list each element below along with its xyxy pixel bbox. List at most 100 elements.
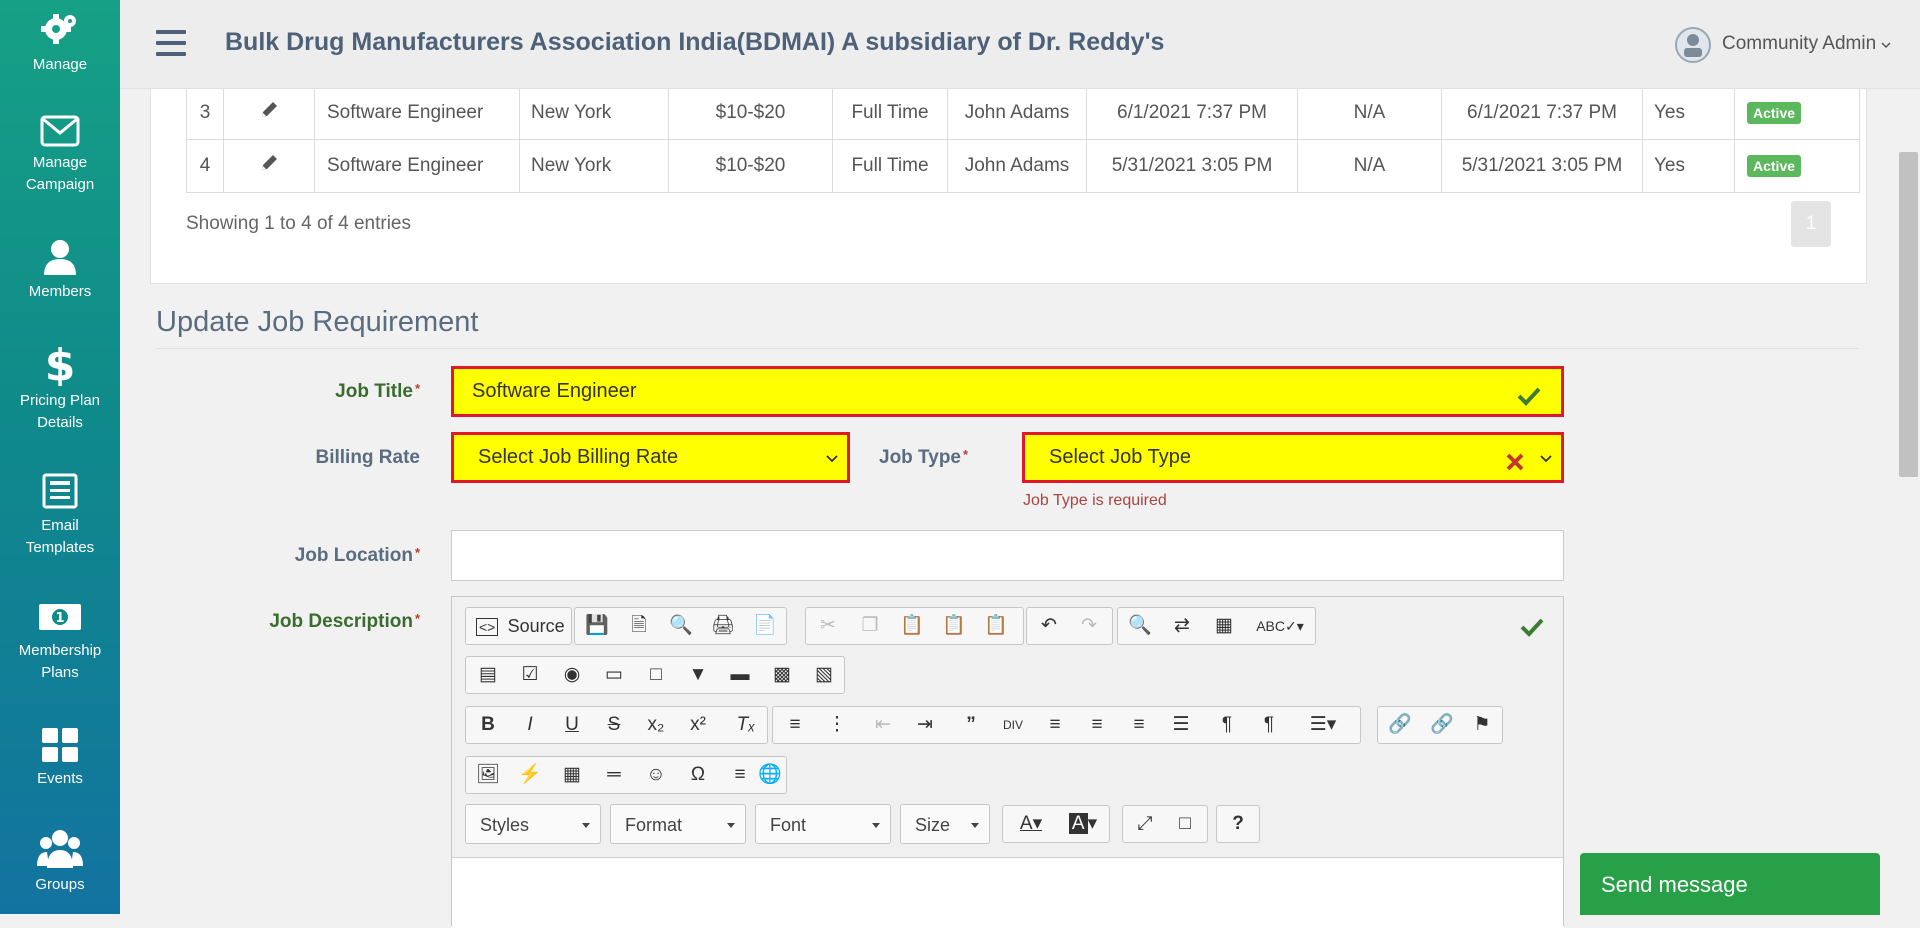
page-title: Bulk Drug Manufacturers Association Indi… (225, 28, 1165, 56)
textfield-icon[interactable]: ▭ (596, 657, 632, 693)
italic-icon[interactable]: I (512, 707, 548, 743)
billing-rate-label: Billing Rate (315, 447, 420, 468)
preview-icon[interactable]: 🔍 (663, 608, 699, 644)
size-dropdown[interactable]: Size (900, 804, 990, 844)
maximize-icon[interactable]: ⤢ (1127, 806, 1163, 842)
remove-format-icon[interactable]: Tₓ (728, 707, 764, 743)
hamburger-menu-icon[interactable] (156, 30, 186, 58)
textarea-icon[interactable]: □ (638, 657, 674, 693)
sidebar-item-members[interactable]: Members (0, 237, 120, 303)
unlink-icon[interactable]: 🔗 (1424, 707, 1460, 743)
select-field-icon[interactable]: ▼ (680, 657, 716, 693)
font-dropdown[interactable]: Font (755, 804, 891, 844)
rtl-icon[interactable]: ¶ (1251, 707, 1287, 743)
horizontal-rule-icon[interactable]: ═ (596, 757, 632, 793)
type-cell: Full Time (832, 139, 948, 193)
format-dropdown[interactable]: Format (610, 804, 746, 844)
special-char-icon[interactable]: Ω (680, 757, 716, 793)
billing-rate-select[interactable]: Select Job Billing Rate (451, 432, 850, 483)
cut-icon[interactable]: ✂ (810, 608, 846, 644)
job-location-input[interactable] (451, 530, 1564, 581)
copy-icon[interactable]: ❐ (852, 608, 888, 644)
toolbar-group-links: 🔗 🔗 ⚑ (1377, 706, 1503, 744)
button-field-icon[interactable]: ▬ (722, 657, 758, 693)
job-type-select[interactable]: Select Job Type (1022, 432, 1564, 483)
hidden-field-icon[interactable]: ▧ (806, 657, 842, 693)
ltr-icon[interactable]: ¶ (1209, 707, 1245, 743)
select-all-icon[interactable]: ▦ (1206, 608, 1242, 644)
link-icon[interactable]: 🔗 (1382, 707, 1418, 743)
show-blocks-icon[interactable]: □ (1167, 806, 1203, 842)
check-icon (1520, 618, 1544, 637)
numbered-list-icon[interactable]: ≡ (777, 707, 813, 743)
image-icon[interactable]: 🖼 (470, 757, 506, 793)
justify-icon[interactable]: ☰ (1163, 707, 1199, 743)
save-icon[interactable]: 💾 (579, 608, 615, 644)
blockquote-icon[interactable]: ” (953, 707, 989, 743)
redo-icon[interactable]: ↷ (1071, 608, 1107, 644)
new-page-icon[interactable]: 🗎 (621, 608, 657, 644)
source-button[interactable]: <> Source (470, 608, 570, 644)
background-color-icon[interactable]: A ▾ (1059, 806, 1107, 842)
envelope-icon (40, 115, 80, 147)
table-icon[interactable]: ▦ (554, 757, 590, 793)
job-title-value: Software Engineer (472, 380, 637, 402)
styles-dropdown[interactable]: Styles (465, 804, 601, 844)
create-div-icon[interactable]: DIV (995, 707, 1031, 743)
bold-icon[interactable]: B (470, 707, 506, 743)
edit-cell (223, 86, 315, 140)
align-left-icon[interactable]: ≡ (1037, 707, 1073, 743)
scrollbar-thumb[interactable] (1899, 152, 1918, 477)
underline-icon[interactable]: U (554, 707, 590, 743)
text-color-icon[interactable]: A▾ (1007, 806, 1055, 842)
sidebar-item-events[interactable]: Events (0, 726, 120, 790)
smiley-icon[interactable]: ☺ (638, 757, 674, 793)
superscript-icon[interactable]: x² (680, 707, 716, 743)
sidebar-item-membership-plans[interactable]: 1 Membership Plans (0, 598, 120, 684)
subscript-icon[interactable]: x₂ (638, 707, 674, 743)
user-menu[interactable]: Community Admin (1722, 33, 1891, 55)
anchor-flag-icon[interactable]: ⚑ (1464, 707, 1500, 743)
sidebar-item-email-templates[interactable]: Email Templates (0, 471, 120, 559)
avatar[interactable] (1673, 25, 1713, 65)
image-button-icon[interactable]: ▩ (764, 657, 800, 693)
paste-word-icon[interactable]: 📋 (978, 608, 1014, 644)
sidebar-item-groups[interactable]: Groups (0, 828, 120, 896)
user-icon (44, 240, 76, 275)
spellcheck-icon[interactable]: ABC✓▾ (1250, 608, 1310, 644)
increase-indent-icon[interactable]: ⇥ (907, 707, 943, 743)
sidebar-item-label: Groups (35, 876, 85, 893)
undo-icon[interactable]: ↶ (1031, 608, 1067, 644)
checkbox-icon[interactable]: ☑ (512, 657, 548, 693)
paste-text-icon[interactable]: 📋 (936, 608, 972, 644)
strikethrough-icon[interactable]: S (596, 707, 632, 743)
editor-content-area[interactable] (452, 857, 1563, 928)
job-title-label: Job Title * (230, 381, 420, 403)
bulleted-list-icon[interactable]: ⋮ (819, 707, 855, 743)
flash-icon[interactable]: ⚡ (512, 757, 548, 793)
toolbar-group-file: 💾 🗎 🔍 🖨 📄 (574, 607, 787, 645)
send-message-label: Send message (1601, 872, 1748, 897)
language-icon[interactable]: ☰▾ (1293, 707, 1353, 743)
sidebar-item-manage-campaign[interactable]: Manage Campaign (0, 114, 120, 196)
align-right-icon[interactable]: ≡ (1121, 707, 1157, 743)
sidebar-item-manage[interactable]: Manage (0, 12, 120, 76)
pencil-icon[interactable] (259, 100, 279, 120)
pagination-page-button[interactable]: 1 (1791, 201, 1831, 247)
iframe-globe-icon[interactable]: 🌐 (752, 757, 788, 793)
templates-icon[interactable]: 📄 (747, 608, 783, 644)
job-type-label-text: Job Type (879, 447, 961, 468)
sidebar-item-pricing-plan[interactable]: $ Pricing Plan Details (0, 342, 120, 434)
pencil-icon[interactable] (259, 153, 279, 173)
replace-icon[interactable]: ⇄ (1164, 608, 1200, 644)
find-icon[interactable]: 🔍 (1122, 608, 1158, 644)
print-icon[interactable]: 🖨 (705, 608, 741, 644)
job-title-input[interactable]: Software Engineer (451, 366, 1564, 417)
radio-icon[interactable]: ◉ (554, 657, 590, 693)
help-icon[interactable]: ? (1220, 806, 1256, 842)
send-message-button[interactable]: Send message (1580, 853, 1880, 915)
paste-icon[interactable]: 📋 (894, 608, 930, 644)
align-center-icon[interactable]: ≡ (1079, 707, 1115, 743)
form-icon[interactable]: ▤ (470, 657, 506, 693)
decrease-indent-icon[interactable]: ⇤ (865, 707, 901, 743)
